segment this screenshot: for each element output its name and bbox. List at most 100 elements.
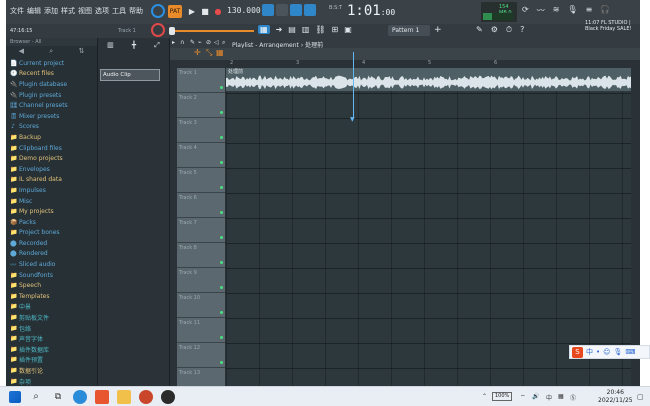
track-mute-led[interactable] — [220, 361, 223, 364]
mixer-icon[interactable]: ⊞ — [332, 25, 339, 34]
browser-item[interactable]: 📄 Current project — [6, 58, 98, 69]
browser-item[interactable]: 📁 杂项 — [6, 376, 98, 386]
menu-item-0[interactable]: 文件 — [10, 6, 24, 16]
magnet-icon[interactable]: ∩ — [180, 39, 184, 46]
timeline-ruler[interactable]: 2 3 4 5 6 — [226, 60, 640, 68]
track-mute-led[interactable] — [220, 111, 223, 114]
browser-item[interactable]: 📁 Speech — [6, 280, 98, 291]
track-mute-led[interactable] — [220, 186, 223, 189]
link-icon[interactable]: ⛓ — [315, 25, 325, 34]
slice-tool-icon[interactable]: ⤡ — [206, 48, 212, 58]
browser-sort-icon[interactable]: ⇅ — [78, 47, 84, 55]
mute-icon[interactable]: ◁ — [214, 39, 219, 46]
tempo-display[interactable]: 130.000 — [227, 6, 261, 15]
play-button[interactable]: ▶ — [187, 5, 197, 18]
arrow-right-icon[interactable]: ▸ — [172, 39, 175, 46]
brush-icon[interactable]: ⌁ — [198, 39, 202, 46]
slider-knob[interactable] — [169, 27, 175, 35]
track-mute-led[interactable] — [220, 336, 223, 339]
track-header[interactable]: Track 12 — [177, 343, 225, 368]
delete-icon[interactable]: ⊘ — [206, 39, 211, 46]
track-header[interactable]: Track 11 — [177, 318, 225, 343]
browser-item[interactable]: 📁 Clipboard files — [6, 143, 98, 154]
loop-record-toggle[interactable] — [304, 4, 316, 16]
browser-item[interactable]: 🔌 Plugin presets — [6, 90, 98, 101]
browser-item[interactable]: 📁 Soundfonts — [6, 270, 98, 281]
browser-back-icon[interactable]: ◀ — [19, 47, 24, 55]
browser-search-icon[interactable]: ⌕ — [49, 47, 53, 56]
menu-item-7[interactable]: 帮助 — [129, 6, 143, 16]
arrow-icon[interactable]: ➜ — [276, 25, 283, 34]
metronome-toggle[interactable] — [262, 4, 274, 16]
tray-grid-icon[interactable]: ▦ — [558, 393, 564, 400]
countdown-toggle[interactable] — [290, 4, 302, 16]
track-mute-led[interactable] — [220, 211, 223, 214]
track-header[interactable]: Track 8 — [177, 243, 225, 268]
piano-roll-icon[interactable]: ▥ — [302, 25, 310, 34]
song-position-display[interactable]: 1:01:00 — [347, 3, 395, 19]
snap-icon[interactable]: ▦ — [258, 25, 270, 34]
zoom-icon[interactable]: ⌕ — [222, 39, 225, 47]
audio-clip-track1[interactable]: 处理前 — [226, 68, 640, 91]
playlist-icon[interactable]: ▤ — [288, 25, 296, 34]
track-header[interactable]: Track 10 — [177, 293, 225, 318]
ime-mode[interactable]: 中 — [586, 347, 593, 357]
menu-item-3[interactable]: 样式 — [61, 6, 75, 16]
track-header[interactable]: Track 6 — [177, 193, 225, 218]
browser-item[interactable]: 🕘 Recent files — [6, 69, 98, 80]
track-header[interactable]: Track 5 — [177, 168, 225, 193]
menu-item-1[interactable]: 编辑 — [27, 6, 41, 16]
notification-icon[interactable]: ▢ — [637, 393, 644, 401]
channel-rack-icon[interactable]: ▣ — [344, 25, 352, 34]
task-view-icon[interactable]: ⧉ — [51, 390, 65, 404]
wait-toggle[interactable] — [276, 4, 288, 16]
draw-icon[interactable]: ✎ — [190, 39, 195, 46]
file-explorer-icon[interactable] — [117, 390, 131, 404]
menu-item-5[interactable]: 选项 — [95, 6, 109, 16]
browser-item[interactable]: ⬤ Rendered — [6, 249, 98, 260]
track-header[interactable]: Track 4 — [177, 143, 225, 168]
browser-item[interactable]: 📁 插件数据库 — [6, 344, 98, 355]
track-mute-led[interactable] — [220, 161, 223, 164]
ime-mic-icon[interactable]: 🎙 — [613, 348, 622, 356]
waveform-icon[interactable]: 〰 — [537, 5, 545, 16]
playlist-grid[interactable] — [226, 68, 640, 386]
record-button[interactable]: ● — [213, 5, 223, 18]
fl-studio-taskbar-icon[interactable] — [161, 390, 175, 404]
plugin-icon[interactable]: ✎ — [476, 25, 483, 35]
track-mute-led[interactable] — [220, 86, 223, 89]
track-mute-led[interactable] — [220, 236, 223, 239]
pattern-song-toggle[interactable]: PAT — [168, 5, 182, 18]
add-pattern-icon[interactable]: + — [434, 25, 442, 35]
track-mute-led[interactable] — [220, 311, 223, 314]
browser-item[interactable]: 📁 包络 — [6, 323, 98, 334]
microphone-icon[interactable]: 🎙 — [567, 5, 577, 16]
volume-icon[interactable]: 🔊 — [532, 393, 539, 400]
stop-button[interactable]: ■ — [200, 5, 210, 18]
clock-area[interactable]: 20:46 2022/11/25 — [598, 389, 633, 405]
browser-item[interactable]: 📁 Impulses — [6, 185, 98, 196]
track-mute-led[interactable] — [220, 136, 223, 139]
cursor-tool-icon[interactable]: ✛ — [194, 48, 201, 57]
search-icon[interactable]: ⌕ — [29, 390, 43, 404]
playhead-marker-icon[interactable]: ▼ — [350, 116, 355, 123]
track-header[interactable]: Track 2 — [177, 93, 225, 118]
network-icon[interactable]: ⌔ — [520, 393, 526, 401]
track-header[interactable]: Track 9 — [177, 268, 225, 293]
track-mute-led[interactable] — [220, 286, 223, 289]
browser-item[interactable]: 📦 Packs — [6, 217, 98, 228]
track-header[interactable]: Track 7 — [177, 218, 225, 243]
headphones-icon[interactable]: 🎧 — [600, 5, 610, 16]
browser-item[interactable]: 📁 剪贴板文件 — [6, 312, 98, 323]
master-pitch-slider[interactable] — [169, 30, 254, 32]
browser-header[interactable]: Browser - All — [6, 38, 97, 46]
track-header[interactable]: Track 1 — [177, 68, 225, 93]
ime-punct-icon[interactable]: • — [596, 348, 600, 356]
tray-ime-label[interactable]: 中 — [546, 393, 552, 402]
browser-item[interactable]: 🔌 Plugin database — [6, 79, 98, 90]
browser-item[interactable]: 📁 插件预置 — [6, 355, 98, 366]
vertical-scrollbar[interactable] — [631, 68, 640, 386]
pitch-knob[interactable] — [151, 23, 165, 37]
sogou-icon[interactable]: S — [572, 346, 583, 358]
browser-item[interactable]: 📁 Envelopes — [6, 164, 98, 175]
